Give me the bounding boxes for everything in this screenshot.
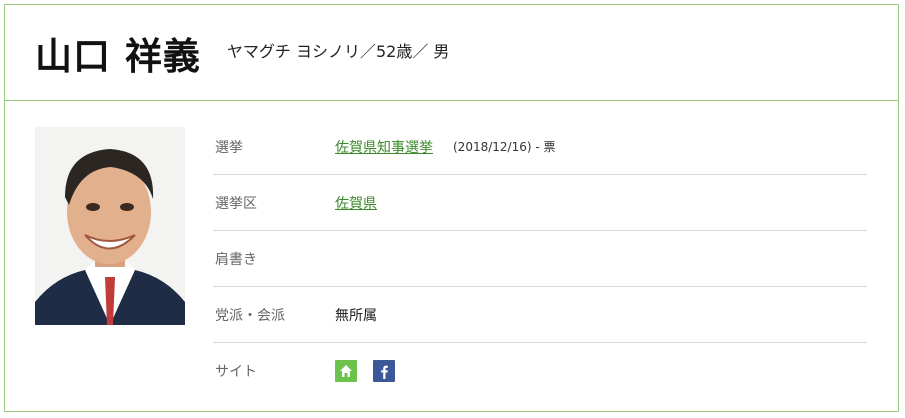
candidate-name: 山口 祥義 <box>35 34 201 78</box>
label-district: 選挙区 <box>215 195 257 212</box>
candidate-photo <box>35 127 185 325</box>
profile-table: 選挙 佐賀県知事選挙 (2018/12/16) - 票 選挙区 佐賀県 肩書き … <box>213 119 867 399</box>
election-link[interactable]: 佐賀県知事選挙 <box>335 137 433 157</box>
facebook-icon-glyph <box>381 365 388 379</box>
facebook-icon[interactable] <box>373 360 395 382</box>
portrait-image <box>35 127 185 325</box>
district-link[interactable]: 佐賀県 <box>335 193 377 213</box>
label-title: 肩書き <box>215 251 257 268</box>
label-party: 党派・会派 <box>215 307 285 324</box>
home-icon-glyph <box>340 365 352 377</box>
row-party: 党派・会派 無所属 <box>213 287 867 343</box>
row-site: サイト <box>213 343 867 399</box>
value-party: 無所属 <box>335 307 377 324</box>
row-district: 選挙区 佐賀県 <box>213 175 867 231</box>
label-site: サイト <box>215 364 257 380</box>
candidate-body: 選挙 佐賀県知事選挙 (2018/12/16) - 票 選挙区 佐賀県 肩書き … <box>5 101 898 411</box>
row-election: 選挙 佐賀県知事選挙 (2018/12/16) - 票 <box>213 119 867 175</box>
election-meta: (2018/12/16) - 票 <box>453 140 556 154</box>
row-title: 肩書き <box>213 231 867 287</box>
home-icon[interactable] <box>335 360 357 382</box>
candidate-card: 山口 祥義 ヤマグチ ヨシノリ／52歳／ 男 選挙 佐賀県知事選挙 (2018/… <box>4 4 899 412</box>
label-election: 選挙 <box>215 139 243 156</box>
candidate-reading-age-gender: ヤマグチ ヨシノリ／52歳／ 男 <box>226 41 450 61</box>
candidate-header: 山口 祥義 ヤマグチ ヨシノリ／52歳／ 男 <box>5 5 898 101</box>
value-election: 佐賀県知事選挙 (2018/12/16) - 票 <box>335 137 556 157</box>
value-district: 佐賀県 <box>335 193 377 213</box>
value-site <box>335 360 395 382</box>
